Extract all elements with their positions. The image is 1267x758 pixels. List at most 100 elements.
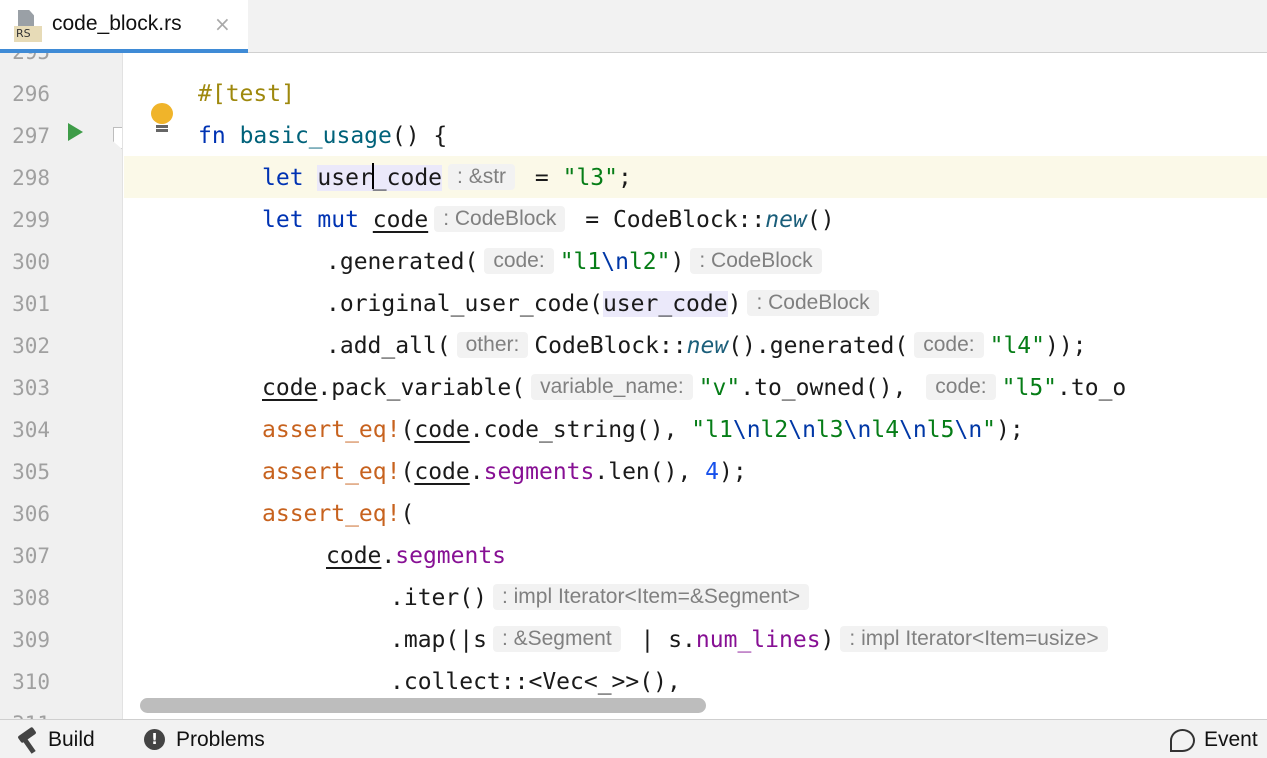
parameter-hint: code: [926, 374, 996, 400]
code-line-301: .original_user_code(user_code): CodeBloc… [326, 283, 885, 325]
function-name-token: basic_usage [239, 123, 392, 149]
line-number: 310 [12, 670, 50, 694]
string-token: "v" [698, 375, 741, 401]
string-token: " [982, 417, 997, 443]
code-text: .collect::<Vec<_>>(), [390, 669, 681, 695]
code-line-304: assert_eq!(code.code_string(), "l1\nl2\n… [262, 409, 1024, 451]
tab-code-block-rs[interactable]: RS code_block.rs × [0, 0, 248, 53]
code-line-297: fn basic_usage() { [198, 115, 447, 157]
build-tool-button[interactable]: Build [48, 728, 95, 752]
tool-window-bar: Build ! Problems Event [0, 719, 1267, 758]
code-line-309: .map(|s: &Segment | s.num_lines): impl I… [390, 619, 1114, 661]
macro-token: assert_eq! [262, 501, 401, 527]
escape-token: \n [732, 417, 761, 443]
parameter-hint: other: [456, 332, 529, 358]
code-text: . [381, 543, 396, 569]
line-number: 305 [12, 460, 50, 484]
code-text: ( [400, 501, 415, 527]
identifier-user-code: user_code [317, 163, 443, 191]
string-token: l2" [628, 249, 671, 275]
parameter-hint: code: [484, 248, 554, 274]
code-text: )); [1044, 333, 1087, 359]
keyword-token: let mut [262, 207, 359, 233]
tab-title: code_block.rs [52, 12, 182, 35]
code-text: ) [670, 249, 685, 275]
code-editor[interactable]: #[test] fn basic_usage() { let user_code… [124, 53, 1267, 719]
fold-icon[interactable] [113, 127, 122, 149]
code-line-296: #[test] [198, 73, 295, 115]
code-text: .pack_variable( [317, 375, 526, 401]
macro-token: assert_eq! [262, 459, 401, 485]
code-text: ( [400, 459, 415, 485]
line-number: 300 [12, 250, 50, 274]
function-call-token: new [765, 207, 807, 233]
code-text: ( [400, 417, 415, 443]
string-token: "l4" [989, 333, 1045, 359]
type-hint: : &str [448, 164, 516, 190]
string-token: "l3" [562, 165, 618, 191]
line-number: 308 [12, 586, 50, 610]
parameter-hint: code: [914, 332, 984, 358]
line-number: 298 [12, 166, 50, 190]
code-text: = [521, 165, 563, 191]
identifier-part: _code [372, 165, 443, 191]
code-line-305: assert_eq!(code.segments.len(), 4); [262, 451, 747, 493]
code-text: .len(), [594, 459, 706, 485]
type-hint: : impl Iterator<Item=&Segment> [492, 584, 810, 610]
line-number: 301 [12, 292, 50, 316]
line-number: 296 [12, 82, 50, 106]
number-token: 4 [705, 459, 720, 485]
code-line-300: .generated(code: "l1\nl2"): CodeBlock [326, 241, 828, 283]
line-number: 303 [12, 376, 50, 400]
parameter-hint: variable_name: [531, 374, 693, 400]
code-text: .to_o [1057, 375, 1127, 401]
file-type-badge: RS [14, 26, 42, 42]
type-hint: : CodeBlock [747, 290, 879, 316]
code-line-299: let mut code: CodeBlock = CodeBlock::new… [262, 199, 835, 241]
line-number: 297 [12, 124, 50, 148]
string-token: l2 [760, 417, 789, 443]
type-hint: : impl Iterator<Item=usize> [840, 626, 1108, 652]
run-icon[interactable] [68, 123, 83, 141]
code-text: ); [996, 417, 1024, 443]
macro-token: assert_eq! [262, 417, 401, 443]
hammer-icon[interactable] [14, 726, 40, 754]
code-line-302: .add_all(other: CodeBlock::new().generate… [326, 325, 1087, 367]
type-hint: : CodeBlock [434, 206, 566, 232]
close-icon[interactable]: × [214, 12, 231, 36]
problems-icon[interactable]: ! [144, 729, 165, 750]
code-line-308: .iter(): impl Iterator<Item=&Segment> [390, 577, 815, 619]
editor-tab-bar: RS code_block.rs × [0, 0, 1267, 53]
problems-tool-button[interactable]: Problems [176, 728, 265, 752]
escape-token: \n [899, 417, 927, 443]
string-token: "l1 [559, 249, 602, 275]
code-line-298: let user_code: &str = "l3"; [262, 157, 632, 199]
mutable-variable-token: code [414, 417, 470, 443]
field-token: num_lines [695, 627, 821, 653]
editor-gutter[interactable]: 295 296 297 298 299 300 301 302 303 304 … [0, 53, 123, 719]
string-token: "l5" [1001, 375, 1058, 401]
code-text: ); [719, 459, 747, 485]
attribute-token: #[test] [198, 81, 295, 107]
event-log-icon[interactable] [1170, 729, 1195, 752]
escape-token: \n [601, 249, 629, 275]
code-line-303: code.pack_variable(variable_name: "v".to_… [262, 367, 1126, 409]
keyword-token: let [262, 165, 304, 191]
code-text: .map(|s [390, 627, 487, 653]
code-text: .original_user_code( [326, 291, 603, 317]
horizontal-scrollbar[interactable] [140, 698, 706, 713]
code-text: .iter() [390, 585, 487, 611]
string-token: l4 [871, 417, 900, 443]
rust-file-icon: RS [14, 10, 42, 42]
type-hint: : CodeBlock [690, 248, 822, 274]
line-number: 295 [0, 53, 50, 73]
line-number: 309 [12, 628, 50, 652]
event-log-button[interactable]: Event [1204, 728, 1258, 752]
code-text: .generated( [326, 249, 479, 275]
lightbulb-icon[interactable] [150, 103, 174, 133]
escape-token: \n [843, 417, 872, 443]
code-text: ; [618, 165, 632, 191]
code-text: .to_owned(), [740, 375, 921, 401]
line-number: 302 [12, 334, 50, 358]
code-text: .code_string(), [469, 417, 692, 443]
